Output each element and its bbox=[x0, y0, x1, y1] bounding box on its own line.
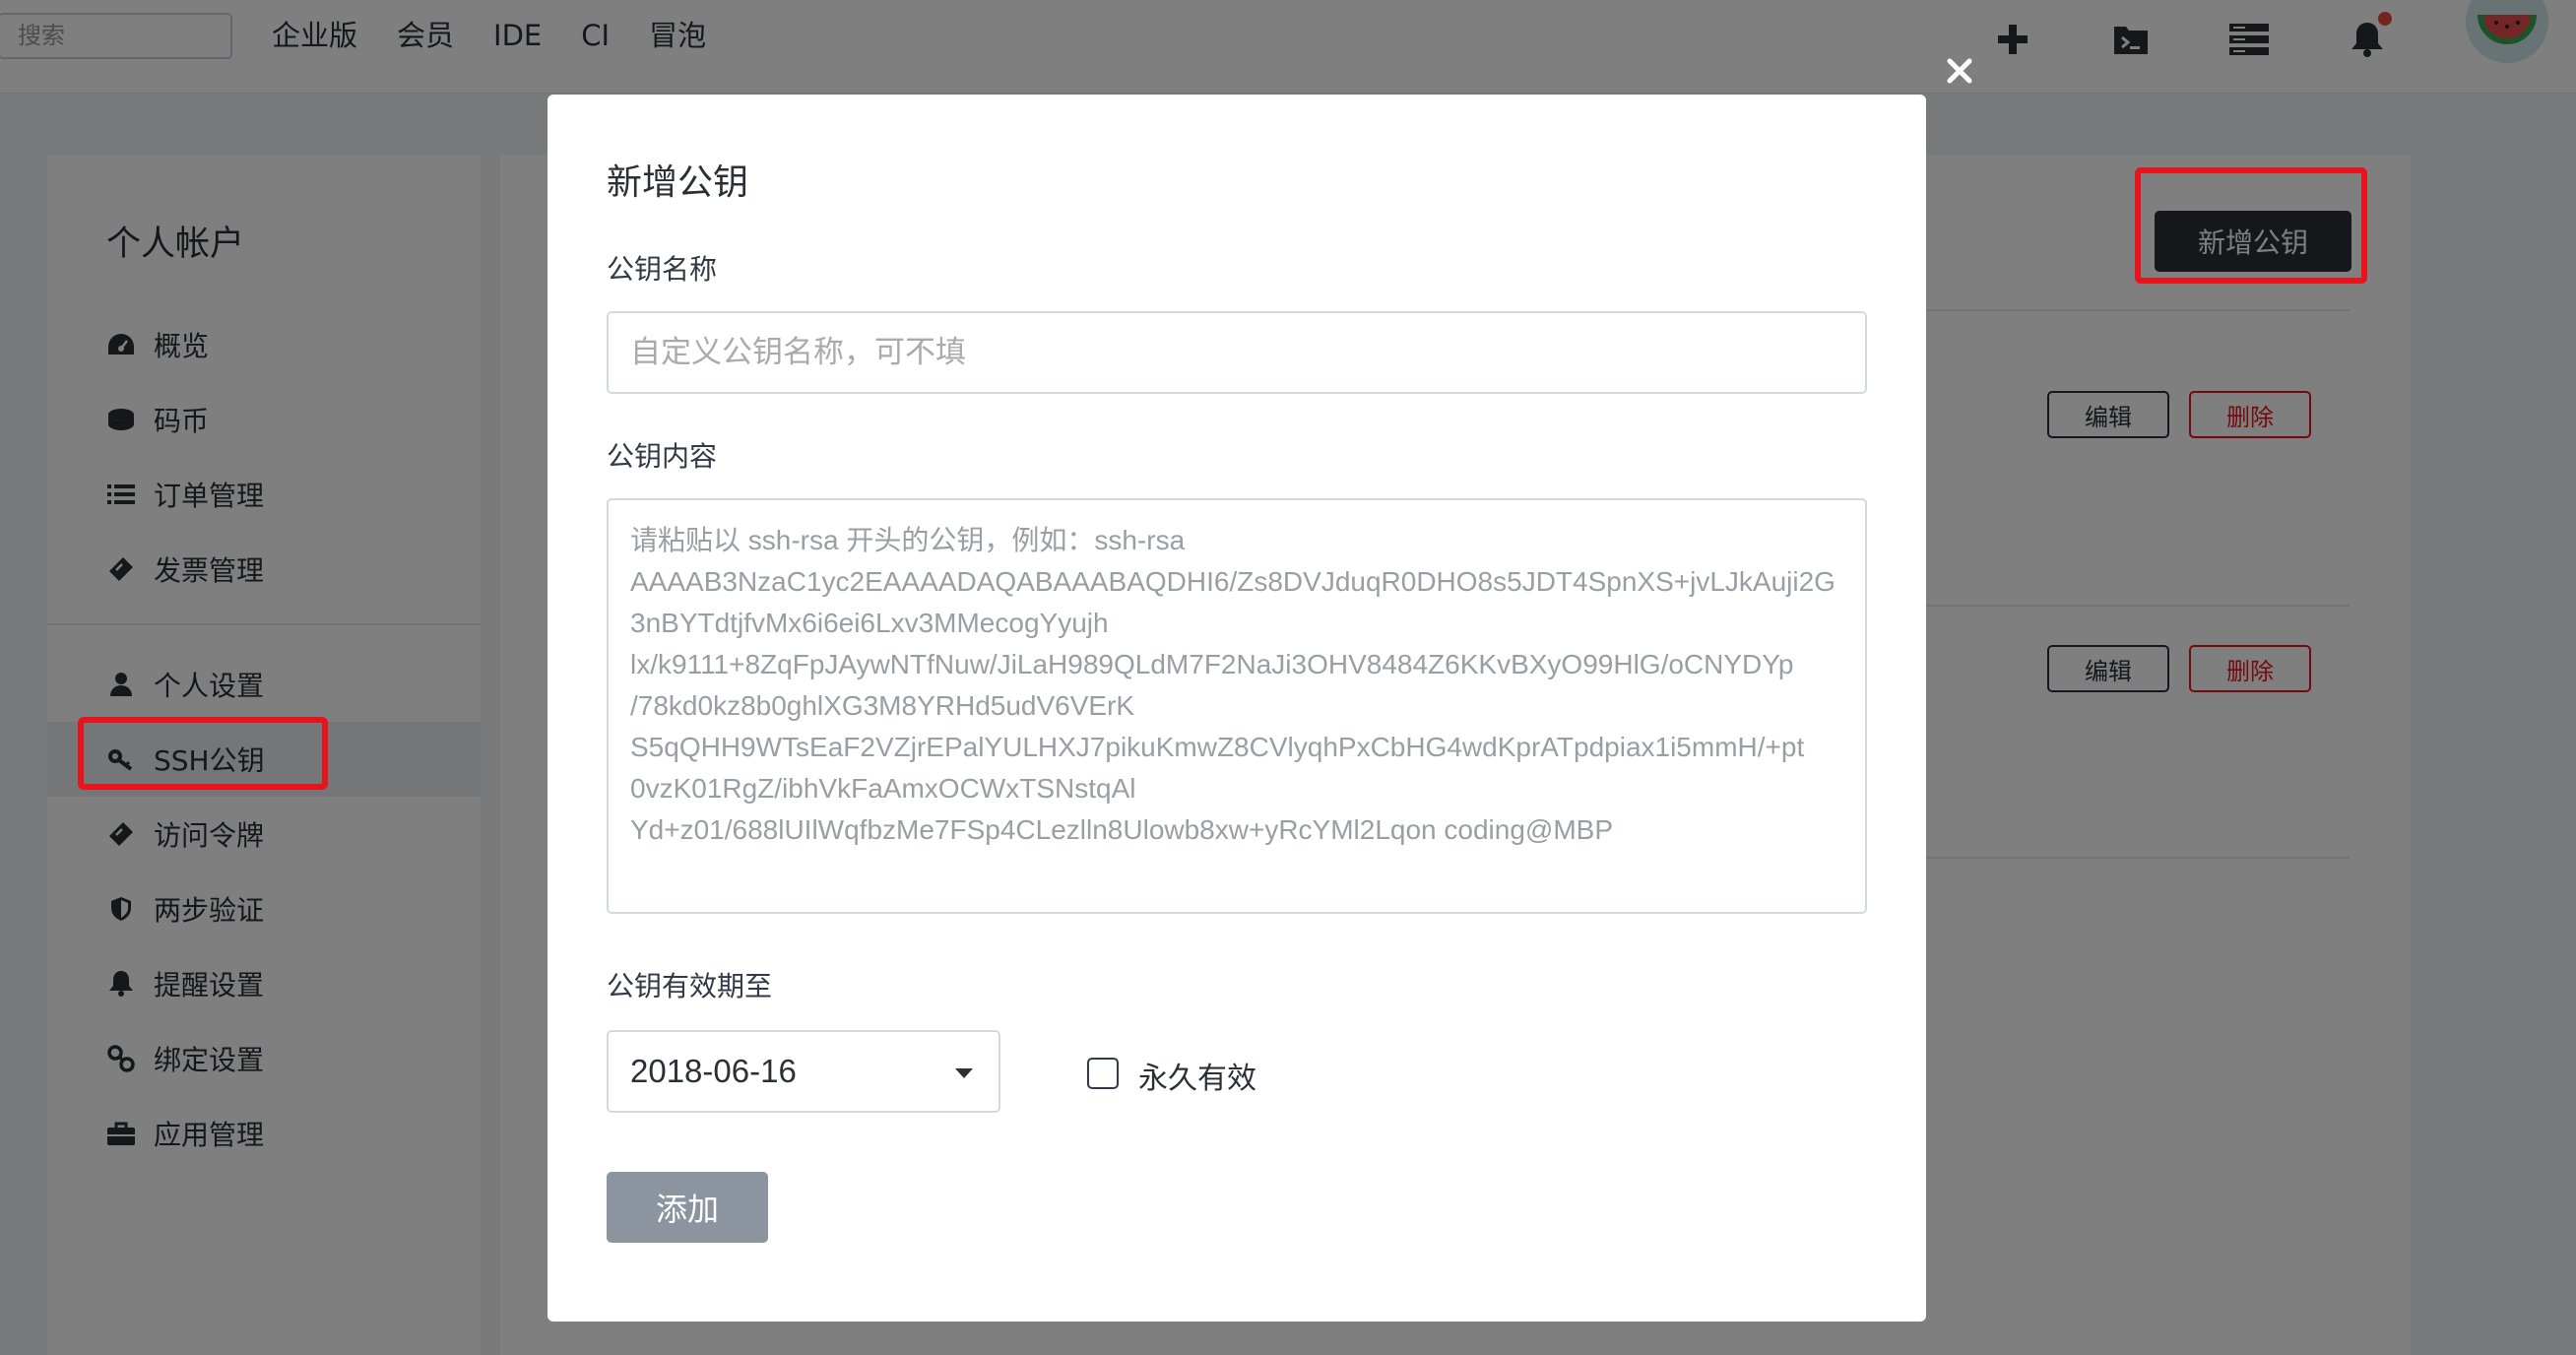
key-name-input[interactable]: 自定义公钥名称，可不填 bbox=[607, 311, 1867, 394]
modal-title: 新增公钥 bbox=[607, 162, 749, 203]
placeholder-line: 请粘贴以 ssh-rsa 开头的公钥，例如：ssh-rsa bbox=[630, 525, 1186, 555]
forever-checkbox[interactable] bbox=[1087, 1058, 1119, 1089]
add-ssh-key-modal: 新增公钥 公钥名称 自定义公钥名称，可不填 公钥内容 请粘贴以 ssh-rsa … bbox=[547, 95, 1926, 1322]
forever-label[interactable]: 永久有效 bbox=[1138, 1054, 1256, 1097]
key-name-label: 公钥名称 bbox=[607, 253, 718, 286]
expire-date-label: 公钥有效期至 bbox=[607, 970, 773, 1002]
add-button[interactable]: 添加 bbox=[607, 1172, 768, 1243]
key-content-textarea[interactable]: 请粘贴以 ssh-rsa 开头的公钥，例如：ssh-rsa AAAAB3NzaC… bbox=[607, 498, 1867, 914]
placeholder-line: AAAAB3NzaC1yc2EAAAADAQABAAABAQDHI6/Zs8DV… bbox=[630, 566, 1835, 597]
expire-date-value: 2018-06-16 bbox=[630, 1053, 797, 1089]
close-icon[interactable] bbox=[1942, 53, 1977, 89]
expire-date-select[interactable]: 2018-06-16 bbox=[607, 1030, 1000, 1113]
placeholder-line: 3nBYTdtjfvMx6i6ei6Lxv3MMecogYyujh bbox=[630, 608, 1109, 638]
caret-down-icon bbox=[955, 1068, 973, 1078]
placeholder-line: /78kd0kz8b0ghlXG3M8YRHd5udV6VErK bbox=[630, 690, 1135, 721]
placeholder-line: Yd+z01/688lUIlWqfbzMe7FSp4CLezlln8Ulowb8… bbox=[630, 814, 1614, 845]
placeholder-line: S5qQHH9WTsEaF2VZjrEPalYULHXJ7pikuKmwZ8CV… bbox=[630, 732, 1805, 762]
placeholder-line: lx/k9111+8ZqFpJAywNTfNuw/JiLaH989QLdM7F2… bbox=[630, 649, 1794, 679]
key-content-label: 公钥内容 bbox=[607, 440, 718, 473]
placeholder-line: 0vzK01RgZ/ibhVkFaAmxOCWxTSNstqAl bbox=[630, 773, 1136, 804]
